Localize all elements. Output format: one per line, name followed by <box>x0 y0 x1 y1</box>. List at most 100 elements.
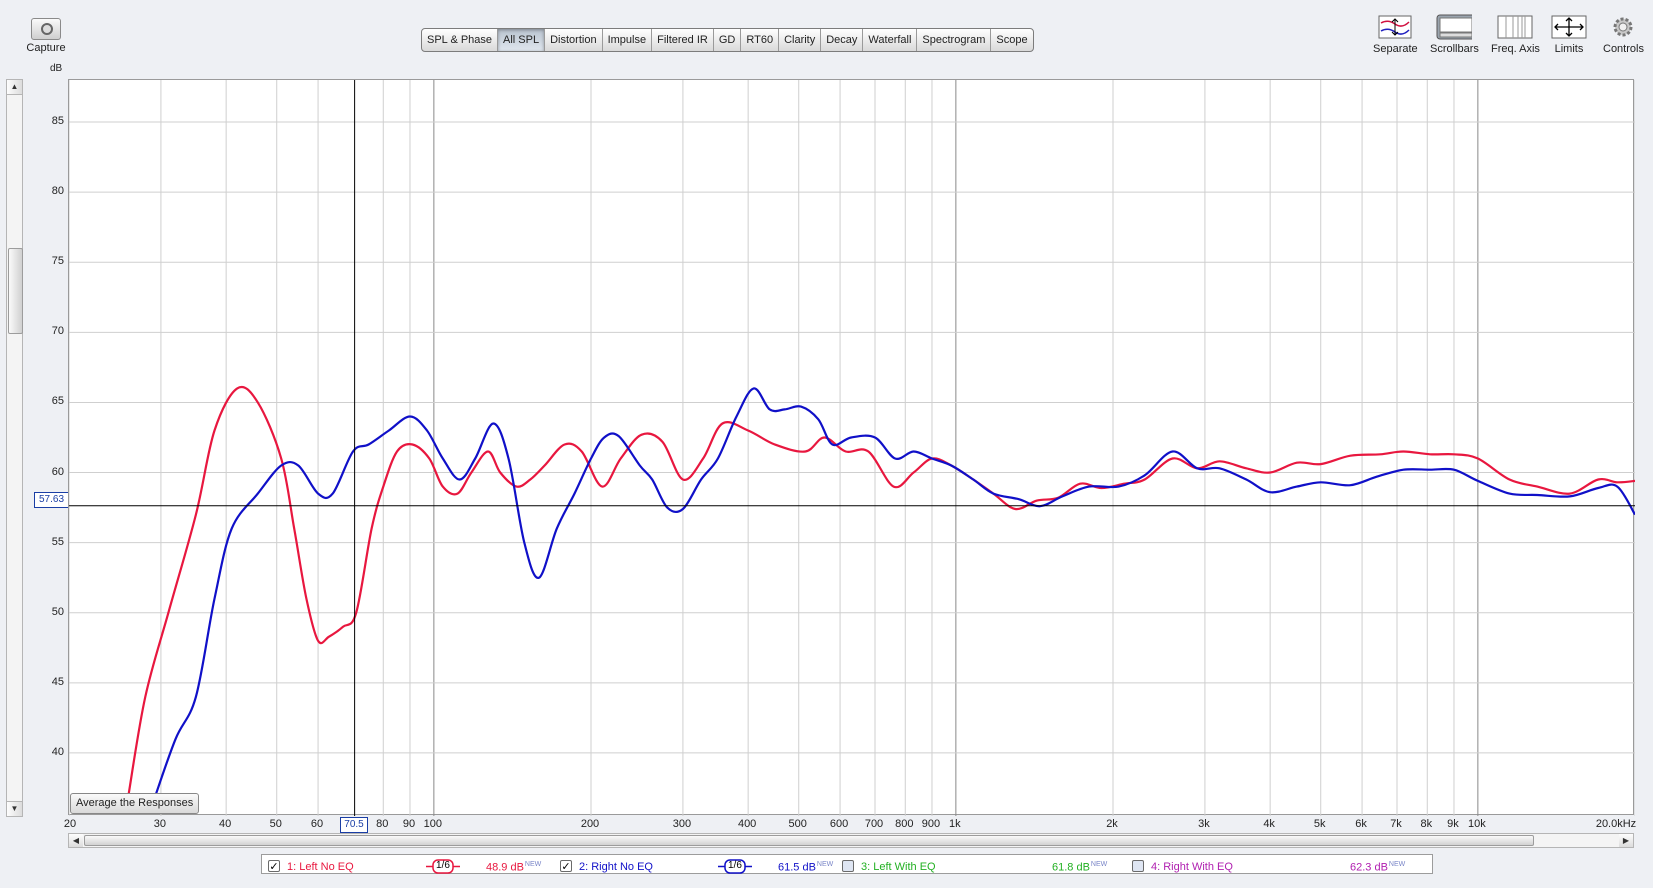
x-tick-label: 60 <box>310 818 324 830</box>
legend-name-4: 4: Right With EQ <box>1151 861 1233 873</box>
right-tools: Separate Scrollbars Freq. Axis Limits Co… <box>1373 14 1653 64</box>
camera-icon <box>31 18 61 40</box>
x-tick-label: 800 <box>895 818 914 830</box>
y-axis-unit: dB <box>50 63 63 74</box>
tab-distortion[interactable]: Distortion <box>545 29 603 51</box>
x-tick-label: 1k <box>949 818 961 830</box>
legend-checkbox-3[interactable] <box>842 860 854 872</box>
tab-impulse[interactable]: Impulse <box>603 29 653 51</box>
x-tick-label: 4k <box>1263 818 1275 830</box>
average-responses-button[interactable]: Average the Responses <box>70 793 200 814</box>
x-tick-label: 50 <box>269 818 282 830</box>
cursor-y-readout[interactable]: 57.63 <box>34 492 69 508</box>
limits-button[interactable]: Limits <box>1551 14 1587 55</box>
tab-spl-phase[interactable]: SPL & Phase <box>422 29 499 51</box>
y-tick-label: 50 <box>51 605 64 618</box>
tab-waterfall[interactable]: Waterfall <box>863 29 918 51</box>
x-tick-label: 400 <box>737 818 757 830</box>
scroll-left-icon[interactable]: ◀ <box>69 834 83 847</box>
x-tick-label: 9k <box>1447 818 1459 830</box>
legend-entry-1: ✓ 1: Left No EQ 1/6 48.9 dBNEW <box>268 857 558 874</box>
smoothing-label-2: 1/6 <box>728 860 742 871</box>
scrollbars-icon <box>1436 14 1473 40</box>
legend-checkbox-2[interactable]: ✓ <box>560 860 572 873</box>
separate-label: Separate <box>1373 43 1418 55</box>
legend-name-2: 2: Right No EQ <box>579 861 653 873</box>
legend-checkbox-4[interactable] <box>1132 860 1144 872</box>
tab-spectrogram[interactable]: Spectrogram <box>917 29 992 51</box>
y-tick-label: 80 <box>51 185 64 198</box>
x-tick-label: 900 <box>921 818 941 830</box>
y-axis-ticks: 40 45 50 55 60 65 70 75 80 85 <box>22 79 68 815</box>
y-tick-label: 70 <box>51 325 64 338</box>
legend-value-text-4: 62.3 dB <box>1350 861 1388 874</box>
legend-value-2: 61.5 dBNEW <box>778 861 833 874</box>
vertical-scrollbar[interactable]: ▲ ▼ <box>6 79 23 817</box>
x-tick-label: 20 <box>63 818 77 830</box>
scroll-down-icon[interactable]: ▼ <box>7 801 22 816</box>
x-tick-label: 20.0kHz <box>1595 818 1637 830</box>
horizontal-scroll-thumb[interactable] <box>84 835 1534 846</box>
scrollbars-label: Scrollbars <box>1430 43 1479 55</box>
tab-rt60[interactable]: RT60 <box>741 29 780 51</box>
legend-value-4: 62.3 dBNEW <box>1350 861 1405 874</box>
freq-axis-label: Freq. Axis <box>1491 43 1540 55</box>
x-tick-label: 500 <box>788 818 807 830</box>
legend-name-1: 1: Left No EQ <box>287 861 354 873</box>
legend-value-text-2: 61.5 dB <box>778 861 816 874</box>
tab-filtered-ir[interactable]: Filtered IR <box>652 29 714 51</box>
scroll-right-icon[interactable]: ▶ <box>1619 834 1633 847</box>
smoothing-label-1: 1/6 <box>436 860 450 871</box>
scrollbars-button[interactable]: Scrollbars <box>1430 14 1479 55</box>
freq-axis-button[interactable]: Freq. Axis <box>1491 14 1540 55</box>
legend-checkbox-1[interactable]: ✓ <box>268 860 280 873</box>
x-axis-ticks: 20 30 40 50 60 80 90 100 200 300 400 500 600 700 800 90… <box>64 816 1637 832</box>
x-tick-label: 600 <box>829 818 849 830</box>
smoothing-badge-1[interactable]: 1/6 <box>426 859 460 874</box>
legend-new-tag-2: NEW <box>816 861 834 868</box>
separate-button[interactable]: Separate <box>1373 14 1418 55</box>
legend-value-3: 61.8 dBNEW <box>1052 861 1107 874</box>
y-tick-label: 60 <box>51 465 64 478</box>
x-tick-label: 200 <box>580 818 600 830</box>
controls-button[interactable]: Controls <box>1603 14 1644 55</box>
legend-entry-2: ✓ 2: Right No EQ 1/6 61.5 dBNEW <box>560 857 850 874</box>
legend-new-tag-3: NEW <box>1090 861 1108 868</box>
vertical-scroll-thumb[interactable] <box>8 248 23 334</box>
tab-all-spl[interactable]: All SPL <box>498 29 546 51</box>
spl-plot-area[interactable] <box>68 79 1635 816</box>
y-tick-label: 40 <box>51 745 64 758</box>
legend-value-1: 48.9 dBNEW <box>486 861 541 874</box>
capture-button[interactable]: Capture <box>22 18 70 54</box>
tab-clarity[interactable]: Clarity <box>779 29 822 51</box>
cursor-x-readout[interactable]: 70.5 <box>340 817 368 833</box>
y-tick-label: 85 <box>51 115 64 128</box>
gear-icon <box>1605 14 1641 40</box>
controls-label: Controls <box>1603 43 1644 55</box>
x-tick-label: 100 <box>423 818 443 830</box>
x-tick-label: 40 <box>219 818 232 830</box>
spl-chart <box>69 80 1635 816</box>
x-tick-label: 10k <box>1467 818 1486 830</box>
x-tick-label: 80 <box>376 818 389 830</box>
y-tick-label: 45 <box>51 675 64 688</box>
y-tick-label: 75 <box>51 255 64 268</box>
tab-decay[interactable]: Decay <box>821 29 864 51</box>
legend-name-3: 3: Left With EQ <box>861 861 936 873</box>
scroll-up-icon[interactable]: ▲ <box>7 80 22 95</box>
x-tick-label: 8k <box>1420 818 1433 830</box>
x-tick-label: 6k <box>1355 818 1367 830</box>
smoothing-badge-2[interactable]: 1/6 <box>718 859 752 874</box>
legend-entry-3: 3: Left With EQ 61.8 dBNEW <box>842 857 1132 874</box>
legend-value-text-1: 48.9 dB <box>486 861 524 874</box>
tab-gd[interactable]: GD <box>714 29 742 51</box>
legend-new-tag-1: NEW <box>524 861 542 868</box>
horizontal-scrollbar[interactable]: ◀ ▶ <box>68 833 1634 848</box>
trace-legend: ✓ 1: Left No EQ 1/6 48.9 dBNEW ✓ 2: Right No … <box>261 854 1433 874</box>
view-tabs: SPL & Phase All SPL Distortion Impulse Filte… <box>421 28 1034 52</box>
freq-axis-icon <box>1497 14 1533 40</box>
limits-icon <box>1551 14 1587 40</box>
capture-label: Capture <box>26 42 66 54</box>
legend-value-text-3: 61.8 dB <box>1052 861 1090 874</box>
tab-scope[interactable]: Scope <box>991 29 1032 51</box>
